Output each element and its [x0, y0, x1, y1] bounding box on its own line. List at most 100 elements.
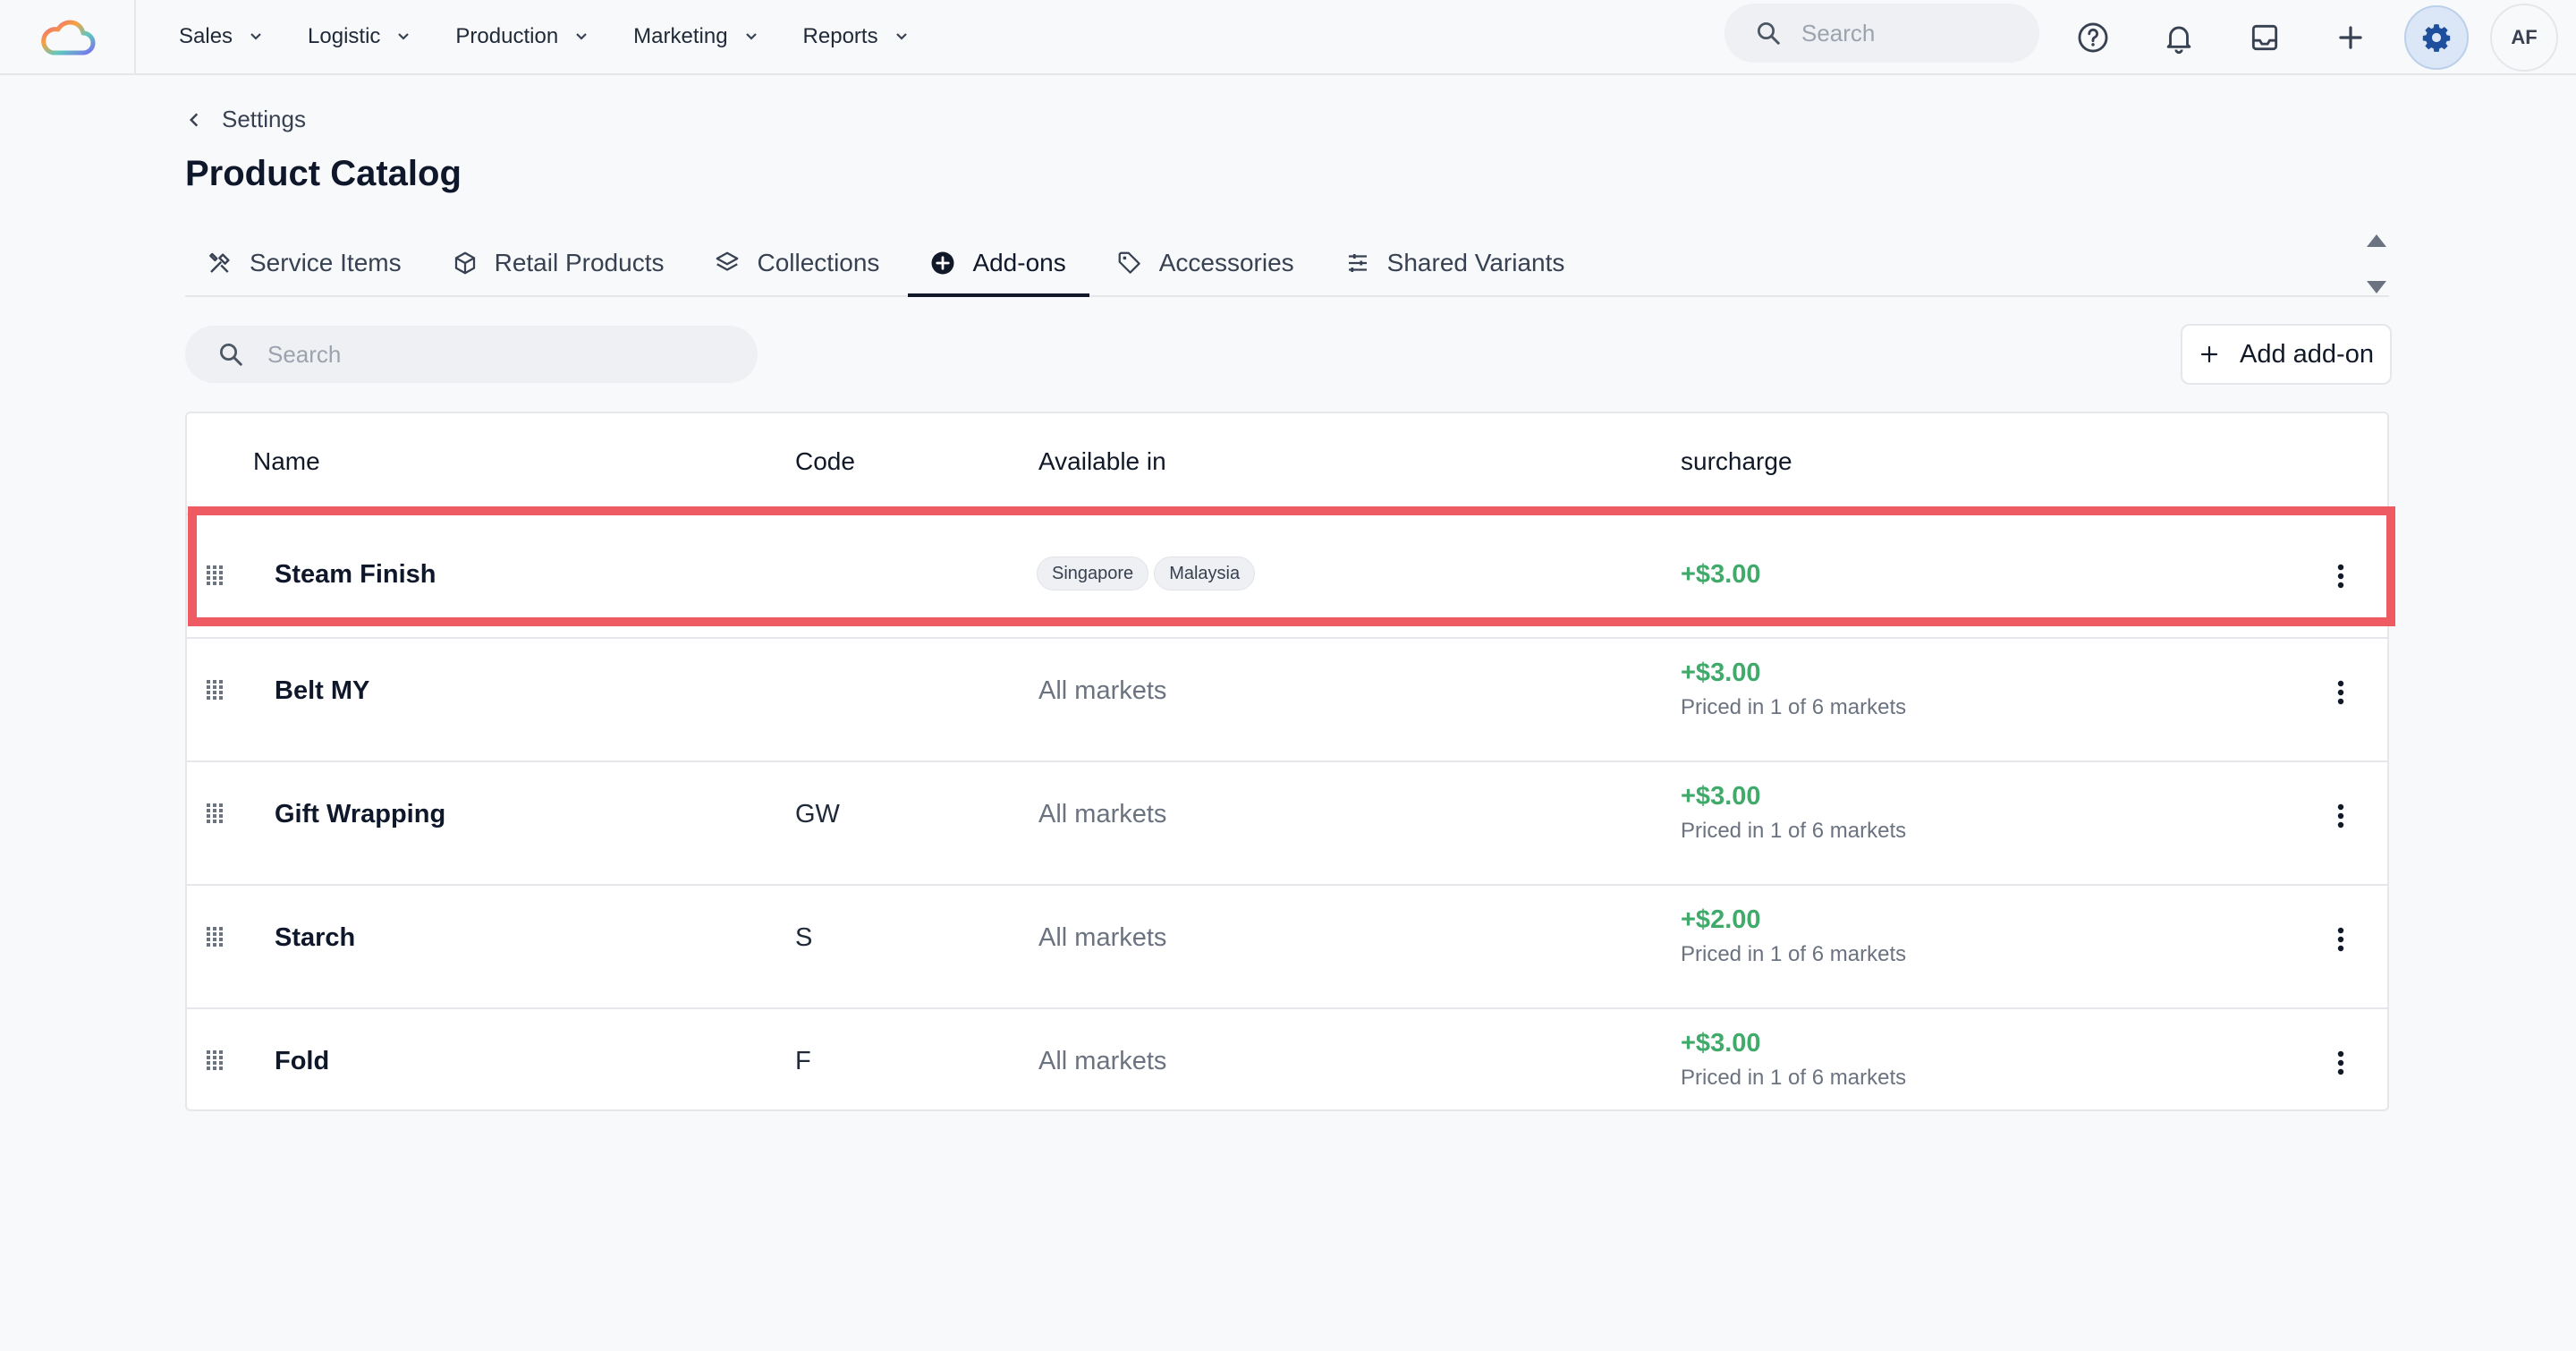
drag-handle-icon[interactable]: [207, 927, 223, 947]
tab-accessories[interactable]: Accessories: [1095, 231, 1318, 295]
app-logo[interactable]: [0, 0, 136, 73]
more-options-icon[interactable]: [2335, 803, 2346, 828]
tools-icon: [209, 252, 230, 273]
user-avatar[interactable]: AF: [2490, 4, 2558, 72]
drag-handle-icon[interactable]: [207, 680, 223, 700]
column-header-surcharge[interactable]: surcharge: [1681, 447, 1792, 476]
column-header-code[interactable]: Code: [795, 447, 855, 476]
tab-retail-products[interactable]: Retail Products: [430, 231, 688, 295]
more-options-icon[interactable]: [2335, 1050, 2346, 1075]
bell-icon: [2166, 26, 2191, 54]
surcharge-note: Priced in 1 of 6 markets: [1681, 1066, 1907, 1090]
addon-code: F: [795, 1047, 811, 1075]
arrow-up-icon[interactable]: [2367, 234, 2386, 247]
layers-icon: [716, 251, 739, 271]
surcharge-cell: +$3.00: [1681, 560, 1761, 590]
nav-logistic[interactable]: Logistic: [308, 24, 412, 49]
drag-handle-icon[interactable]: [207, 803, 223, 823]
addon-code: GW: [795, 800, 840, 828]
addon-name: Starch: [275, 923, 356, 952]
nav-label: Sales: [179, 24, 233, 48]
surcharge-price: +$3.00: [1681, 782, 1761, 811]
nav-label: Production: [455, 24, 559, 48]
tabs-scroll-control[interactable]: [2364, 234, 2389, 293]
tab-label: Collections: [757, 249, 880, 276]
main-nav: Sales Logistic Production Marketing Repo…: [179, 0, 953, 73]
table-row[interactable]: Fold F All markets +$3.00 Priced in 1 of…: [187, 1007, 2387, 1131]
arrow-down-icon[interactable]: [2367, 281, 2386, 293]
addon-code: S: [795, 923, 813, 952]
surcharge-cell: +$3.00 Priced in 1 of 6 markets: [1681, 1029, 1906, 1091]
surcharge-price: +$2.00: [1681, 905, 1761, 934]
drag-handle-icon[interactable]: [207, 565, 223, 585]
search-icon: [220, 344, 242, 366]
sliders-icon: [1348, 254, 1367, 272]
more-options-icon[interactable]: [2335, 680, 2346, 705]
tab-label: Retail Products: [494, 249, 665, 276]
surcharge-note: Priced in 1 of 6 markets: [1681, 695, 1907, 719]
global-search[interactable]: [1724, 4, 2039, 63]
nav-label: Marketing: [633, 24, 728, 48]
more-options-icon[interactable]: [2335, 927, 2346, 952]
surcharge-note: Priced in 1 of 6 markets: [1681, 819, 1907, 843]
market-chip: Singapore: [1037, 557, 1149, 591]
chevron-down-icon: [250, 33, 261, 40]
available-markets: All markets: [1038, 676, 1167, 705]
table-row[interactable]: Belt MY All markets +$3.00 Priced in 1 o…: [187, 637, 2387, 760]
table-row[interactable]: Gift Wrapping GW All markets +$3.00 Pric…: [187, 760, 2387, 884]
tab-shared-variants[interactable]: Shared Variants: [1323, 231, 1589, 295]
create-button[interactable]: [2318, 5, 2383, 70]
surcharge-price: +$3.00: [1681, 560, 1761, 589]
inbox-icon: [2251, 24, 2278, 51]
table-row[interactable]: Starch S All markets +$2.00 Priced in 1 …: [187, 884, 2387, 1007]
global-search-input[interactable]: [1801, 19, 2016, 47]
nav-label: Reports: [802, 24, 878, 48]
nav-label: Logistic: [308, 24, 381, 48]
surcharge-cell: +$3.00 Priced in 1 of 6 markets: [1681, 659, 1906, 720]
tab-add-ons[interactable]: Add-ons: [908, 231, 1090, 297]
help-icon: [2078, 22, 2108, 53]
nav-reports[interactable]: Reports: [803, 24, 911, 49]
catalog-tabs: Service Items Retail Products Collection…: [185, 231, 2389, 297]
column-header-name[interactable]: Name: [253, 447, 320, 476]
box-icon: [454, 251, 475, 275]
tab-service-items[interactable]: Service Items: [185, 231, 425, 295]
chevron-left-icon: [189, 113, 199, 126]
addon-search[interactable]: [185, 326, 758, 383]
market-chips: Singapore Malaysia: [1037, 557, 1256, 591]
inbox-button[interactable]: [2233, 5, 2297, 70]
add-addon-button[interactable]: Add add-on: [2181, 324, 2392, 385]
available-markets: All markets: [1038, 800, 1167, 828]
chevron-down-icon: [576, 33, 587, 40]
table-row[interactable]: Steam Finish Singapore Malaysia +$3.00: [187, 514, 2387, 637]
column-header-available[interactable]: Available in: [1038, 447, 1166, 476]
chevron-down-icon: [398, 33, 410, 40]
search-icon: [1758, 22, 1780, 45]
help-button[interactable]: [2061, 5, 2125, 70]
drag-handle-icon[interactable]: [207, 1050, 223, 1070]
chevron-down-icon: [895, 33, 907, 40]
more-options-icon[interactable]: [2335, 564, 2346, 589]
addon-name: Gift Wrapping: [275, 800, 446, 828]
addon-name: Fold: [275, 1047, 330, 1075]
addon-name: Belt MY: [275, 676, 370, 705]
nav-sales[interactable]: Sales: [179, 24, 265, 49]
settings-button[interactable]: [2404, 5, 2469, 70]
market-chip: Malaysia: [1154, 557, 1256, 591]
available-markets: All markets: [1038, 1047, 1167, 1075]
nav-production[interactable]: Production: [455, 24, 590, 49]
surcharge-note: Priced in 1 of 6 markets: [1681, 942, 1907, 966]
tab-collections[interactable]: Collections: [692, 231, 902, 295]
addons-table: Name Code Available in surcharge Steam F…: [185, 412, 2389, 1111]
cloud-logo-icon: [41, 20, 96, 55]
addon-search-input[interactable]: [267, 340, 482, 369]
notifications-button[interactable]: [2147, 5, 2211, 70]
nav-marketing[interactable]: Marketing: [633, 24, 759, 49]
plus-circle-icon: [931, 251, 954, 275]
table-header: Name Code Available in surcharge: [187, 413, 2387, 514]
tab-label: Add-ons: [972, 249, 1066, 276]
gear-icon: [2422, 23, 2451, 52]
available-markets: All markets: [1038, 923, 1167, 952]
breadcrumb-back[interactable]: Settings: [184, 106, 306, 133]
page-title: Product Catalog: [185, 154, 462, 193]
